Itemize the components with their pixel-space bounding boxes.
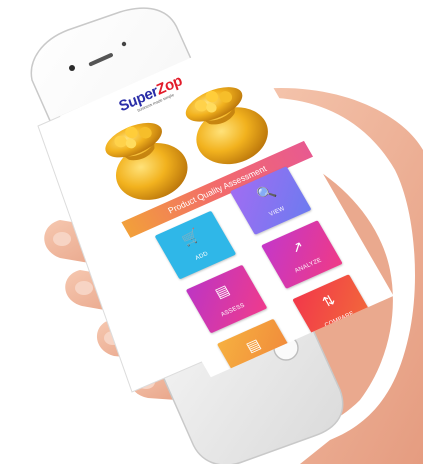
tile-assess[interactable]: ▤ ASSESS — [185, 264, 268, 334]
camera-dot — [69, 65, 75, 71]
tile-analyze[interactable]: ↗ ANALYZE — [261, 220, 343, 289]
scene: SuperZop business made simple Product Qu… — [0, 0, 423, 464]
